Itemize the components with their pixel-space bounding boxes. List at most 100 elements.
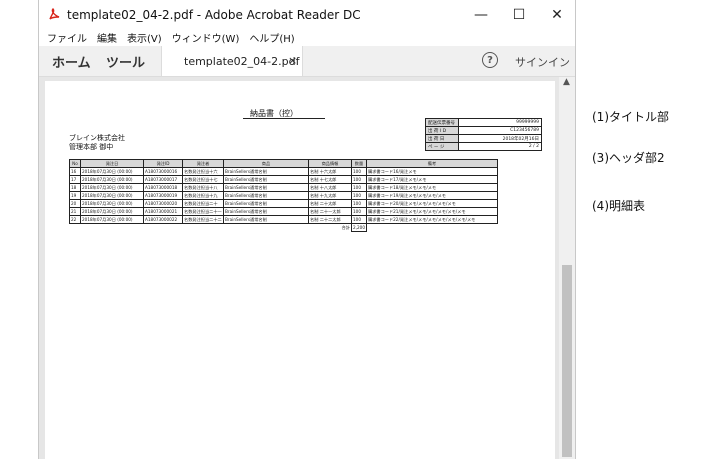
cell-quantity: 100	[351, 207, 367, 216]
cell-quantity: 100	[351, 191, 367, 200]
info-value: 2018年02月16日	[458, 134, 542, 143]
annotation-header-section-2: (3)ヘッダ部2	[592, 151, 665, 165]
vertical-scrollbar[interactable]: ▲	[559, 77, 575, 459]
info-value: 99999999	[458, 118, 542, 127]
cell-remarks: 購求書コード17/発注メモ/メモ	[366, 175, 498, 184]
cell-order-id: A18073000022	[143, 215, 183, 224]
cell-no: 18	[69, 183, 81, 192]
cell-quantity: 100	[351, 183, 367, 192]
document-viewer[interactable]: 納品書（控） ブレイン株式会社 管理本部 御中 配送伝票番号 99999999 出…	[39, 77, 559, 459]
cell-remarks: 購求書コード18/発注メモ/メモ/メモ	[366, 183, 498, 192]
info-row: 出 荷 I D C123456789	[425, 126, 542, 135]
cell-product-info: 名制 十六太郎	[308, 167, 352, 176]
total-label: 合計	[341, 224, 350, 230]
table-row: 22 2018年07月30日 (00:00) A18073000022 名数発注担当二…	[69, 215, 498, 224]
company-name: ブレイン株式会社	[69, 134, 125, 142]
cell-product-info: 名制 二十太郎	[308, 199, 352, 208]
window-title: template02_04-2.pdf - Adobe Acrobat Read…	[67, 8, 361, 22]
cell-orderer: 名数発注担当十七	[182, 175, 224, 184]
annotation-detail-table: (4)明細表	[592, 199, 645, 213]
cell-orderer: 名数発注担当十九	[182, 191, 224, 200]
home-tab[interactable]: ホーム	[52, 52, 91, 71]
cell-product: BrainSellers通常名制	[223, 215, 309, 224]
info-value: 2 / 2	[458, 142, 542, 151]
cell-product: BrainSellers通常名制	[223, 183, 309, 192]
tools-tab[interactable]: ツール	[106, 52, 145, 71]
cell-remarks: 購求書コード21/発注メモ/メモ/メモ/メモ/メモ/メモ	[366, 207, 498, 216]
cell-product-info: 名制 二十一太郎	[308, 207, 352, 216]
cell-product-info: 名制 十七太郎	[308, 175, 352, 184]
menu-edit[interactable]: 編集	[97, 30, 117, 46]
scroll-up-icon[interactable]: ▲	[563, 77, 570, 87]
close-button[interactable]: ✕	[543, 4, 571, 26]
cell-quantity: 100	[351, 167, 367, 176]
info-row: 配送伝票番号 99999999	[425, 118, 542, 127]
cell-order-date: 2018年07月30日 (00:00)	[80, 199, 144, 208]
menu-help[interactable]: ヘルプ(H)	[249, 30, 294, 46]
menu-window[interactable]: ウィンドウ(W)	[172, 30, 240, 46]
cell-remarks: 購求書コード20/発注メモ/メモ/メモ/メモ/メモ	[366, 199, 498, 208]
pdf-page: 納品書（控） ブレイン株式会社 管理本部 御中 配送伝票番号 99999999 出…	[45, 81, 555, 459]
col-no: No	[69, 159, 81, 168]
cell-order-date: 2018年07月30日 (00:00)	[80, 207, 144, 216]
cell-no: 19	[69, 191, 81, 200]
cell-no: 20	[69, 199, 81, 208]
cell-product: BrainSellers通常名制	[223, 199, 309, 208]
document-tab-label: template02_04-2.pdf	[184, 55, 300, 68]
info-label: 出 荷 日	[425, 134, 459, 143]
info-label: 配送伝票番号	[425, 118, 459, 127]
cell-order-id: A18073000016	[143, 167, 183, 176]
cell-order-id: A18073000017	[143, 175, 183, 184]
title-underline	[243, 118, 325, 119]
title-bar: template02_04-2.pdf - Adobe Acrobat Read…	[39, 0, 575, 30]
cell-order-date: 2018年07月30日 (00:00)	[80, 215, 144, 224]
cell-product: BrainSellers通常名制	[223, 207, 309, 216]
minimize-button[interactable]: —	[467, 4, 495, 26]
cell-remarks: 購求書コード16/発注メモ	[366, 167, 498, 176]
menu-file[interactable]: ファイル	[47, 30, 87, 46]
table-row: 19 2018年07月30日 (00:00) A18073000019 名数発注担当十…	[69, 191, 498, 200]
total-row: 合計 2,200	[70, 223, 498, 232]
detail-header-row: No 発注日 発注ID 発注者 商品 商品情報 数量 備考	[69, 159, 498, 168]
help-icon[interactable]: ?	[482, 52, 498, 68]
table-row: 18 2018年07月30日 (00:00) A18073000018 名数発注担当十…	[69, 183, 498, 192]
cell-no: 21	[69, 207, 81, 216]
cell-order-date: 2018年07月30日 (00:00)	[80, 167, 144, 176]
menu-view[interactable]: 表示(V)	[127, 30, 162, 46]
acrobat-pdf-icon	[49, 8, 60, 20]
col-order-date: 発注日	[80, 159, 144, 168]
col-orderer: 発注者	[182, 159, 224, 168]
col-product: 商品	[223, 159, 309, 168]
cell-no: 17	[69, 175, 81, 184]
cell-orderer: 名数発注担当十八	[182, 183, 224, 192]
detail-table: No 発注日 発注ID 発注者 商品 商品情報 数量 備考 16 2018年07月…	[69, 159, 498, 232]
cell-product-info: 名制 二十二太郎	[308, 215, 352, 224]
info-label: 出 荷 I D	[425, 126, 459, 135]
cell-orderer: 名数発注担当二十	[182, 199, 224, 208]
signin-button[interactable]: サインイン	[515, 54, 570, 70]
info-value: C123456789	[458, 126, 542, 135]
cell-orderer: 名数発注担当十六	[182, 167, 224, 176]
cell-remarks: 購求書コード19/発注メモ/メモ/メモ/メモ	[366, 191, 498, 200]
close-tab-icon[interactable]: ×	[288, 54, 297, 67]
document-tab[interactable]: template02_04-2.pdf ×	[161, 46, 303, 76]
cell-order-id: A18073000021	[143, 207, 183, 216]
table-row: 16 2018年07月30日 (00:00) A18073000016 名数発注担当十…	[69, 167, 498, 176]
cell-orderer: 名数発注担当二十二	[182, 215, 224, 224]
cell-product-info: 名制 十八太郎	[308, 183, 352, 192]
recipient-block: ブレイン株式会社 管理本部 御中	[69, 134, 125, 152]
cell-no: 22	[69, 215, 81, 224]
department-name: 管理本部 御中	[69, 143, 114, 151]
cell-order-id: A18073000018	[143, 183, 183, 192]
menu-bar: ファイル 編集 表示(V) ウィンドウ(W) ヘルプ(H)	[39, 30, 575, 46]
cell-order-id: A18073000020	[143, 199, 183, 208]
scroll-thumb[interactable]	[562, 265, 572, 457]
cell-order-id: A18073000019	[143, 191, 183, 200]
cell-product: BrainSellers通常名制	[223, 167, 309, 176]
col-product-info: 商品情報	[308, 159, 352, 168]
shipment-info-table: 配送伝票番号 99999999 出 荷 I D C123456789 出 荷 日 20…	[425, 118, 542, 151]
total-value: 2,200	[351, 223, 367, 232]
maximize-button[interactable]: ☐	[505, 4, 533, 26]
cell-order-date: 2018年07月30日 (00:00)	[80, 175, 144, 184]
table-row: 21 2018年07月30日 (00:00) A18073000021 名数発注担当二…	[69, 207, 498, 216]
